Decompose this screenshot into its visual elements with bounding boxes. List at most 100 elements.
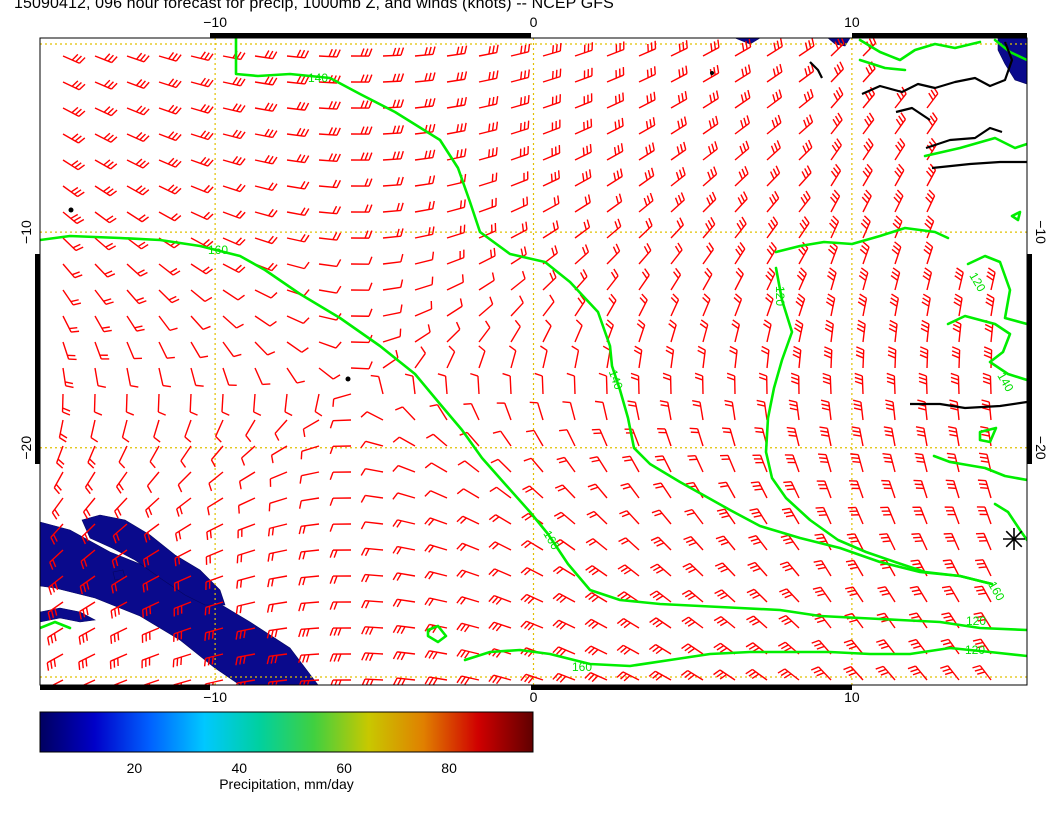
wind-barb [350, 126, 373, 135]
barb-feather [520, 594, 528, 601]
barb-staff [365, 521, 384, 525]
barb-feather [623, 648, 631, 655]
barb-staff [478, 303, 494, 317]
barb-feather [460, 597, 467, 605]
barb-feather [613, 172, 617, 181]
barb-feather [689, 458, 698, 461]
precip-blob [734, 38, 761, 45]
barb-feather [460, 650, 466, 658]
barb-feather [927, 215, 935, 222]
barb-staff [862, 93, 876, 109]
barb-feather [984, 323, 993, 329]
wind-barb [649, 590, 672, 603]
wind-barb [734, 115, 751, 135]
barb-feather [820, 434, 830, 437]
barb-staff [504, 402, 512, 421]
barb-staff [729, 428, 736, 447]
barb-feather [645, 220, 650, 229]
barb-staff [177, 471, 192, 486]
barb-staff [83, 497, 96, 513]
wind-barb [926, 112, 938, 135]
barb-staff [886, 533, 896, 551]
barb-feather [881, 592, 890, 596]
wind-barb [94, 263, 116, 278]
barb-feather [400, 176, 404, 185]
wind-barb [286, 315, 310, 325]
barb-feather [747, 89, 751, 98]
wind-barb [638, 192, 654, 213]
barb-feather [240, 52, 246, 60]
barb-feather [400, 202, 404, 211]
barb-feather [456, 98, 460, 107]
barb-feather [784, 567, 793, 572]
barb-feather [284, 411, 293, 417]
barb-staff [318, 263, 337, 268]
barb-staff [126, 289, 140, 305]
barb-staff [94, 211, 110, 224]
barb-feather [105, 215, 114, 221]
barb-staff [463, 488, 480, 499]
barb-staff [382, 80, 402, 83]
barb-feather [878, 642, 887, 647]
barb-feather [985, 301, 993, 307]
barb-feather [158, 411, 166, 416]
barb-feather [329, 575, 334, 584]
barb-feather [852, 460, 861, 463]
barb-feather [779, 561, 788, 566]
barb-staff [222, 341, 235, 357]
barb-staff [952, 506, 960, 525]
wind-barb [587, 483, 608, 499]
barb-feather [586, 219, 591, 228]
wind-barb [702, 39, 720, 57]
wind-barb [222, 263, 246, 273]
wind-barb [446, 345, 456, 369]
barb-feather [488, 674, 495, 683]
barb-staff [222, 315, 237, 329]
wind-barb [456, 515, 480, 525]
barb-feather [329, 627, 334, 636]
barb-feather [171, 159, 178, 167]
barb-feather [107, 134, 114, 141]
wind-barb [222, 289, 245, 301]
barb-feather [75, 55, 82, 63]
barb-staff [574, 350, 580, 369]
barb-feather [135, 79, 143, 86]
barb-staff [365, 573, 384, 577]
barb-feather [368, 308, 373, 317]
barb-feather [770, 241, 777, 250]
barb-feather [298, 629, 302, 638]
barb-feather [332, 205, 338, 214]
barb-feather [558, 429, 568, 432]
wind-barb [520, 567, 544, 577]
barb-feather [866, 163, 873, 171]
wind-barb [208, 471, 224, 492]
barb-feather [332, 153, 338, 162]
barb-feather [618, 94, 621, 103]
barb-feather [914, 540, 923, 543]
barb-feather [741, 68, 745, 77]
barb-feather [717, 591, 725, 597]
barb-feather [489, 486, 497, 493]
frame-bar-top [210, 33, 531, 38]
barb-feather [641, 293, 648, 301]
barb-feather [726, 372, 735, 377]
wind-barb [981, 399, 992, 421]
barb-feather [714, 562, 723, 567]
wind-barb [53, 471, 64, 495]
barb-feather [78, 661, 81, 671]
wind-barb [574, 93, 593, 109]
barb-feather [692, 399, 701, 403]
wind-barb [429, 404, 448, 421]
barb-staff [606, 74, 624, 83]
barb-feather [74, 189, 82, 195]
barb-feather [817, 510, 826, 513]
barb-feather [456, 488, 464, 495]
barb-feather [142, 189, 150, 196]
barb-staff [830, 42, 845, 57]
barb-feather [752, 620, 760, 626]
barb-staff [542, 227, 559, 239]
wind-barb [286, 181, 310, 190]
barb-feather [814, 533, 823, 536]
barb-feather [571, 345, 579, 351]
wind-barb [883, 426, 896, 447]
